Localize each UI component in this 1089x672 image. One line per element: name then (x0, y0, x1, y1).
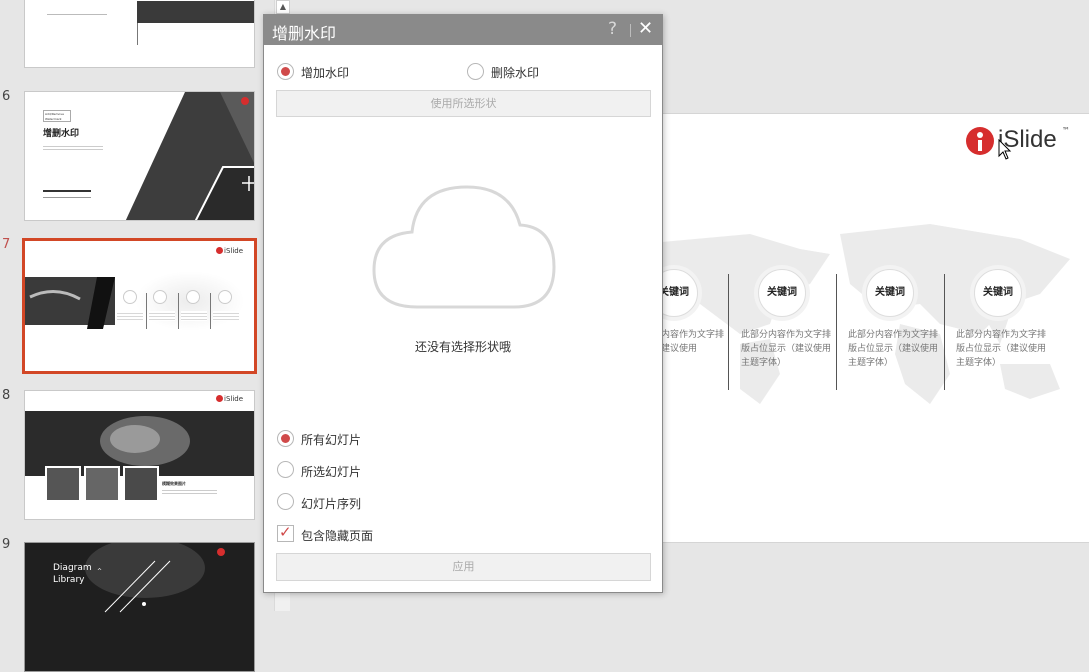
thumb-keyword-circle (123, 290, 137, 304)
keyword-circle: 关键词 (974, 269, 1022, 317)
close-icon[interactable]: ✕ (638, 18, 653, 39)
slide-number: 8 (2, 388, 11, 403)
keyword-circle: 关键词 (758, 269, 806, 317)
keyword-desc-line: 版占位显示（建议使用 (956, 344, 1047, 354)
thumb-text-line (47, 14, 107, 15)
thumb-divider (210, 293, 211, 329)
islide-logo-icon (966, 127, 994, 155)
all-slides-label[interactable]: 所有幻灯片 (301, 431, 361, 448)
keyword-divider (944, 274, 945, 390)
slide-thumbnail-8[interactable]: iSlide 模糊效果图片 (24, 390, 255, 520)
scroll-up-arrow-icon[interactable]: ▲ (276, 0, 290, 14)
keyword-divider (836, 274, 837, 390)
watermark-dialog: 增删水印 ? ✕ 增加水印 删除水印 使用所选形状 还没有选择形状哦 所有幻灯片… (263, 14, 663, 593)
slide-number: 7 (2, 237, 11, 252)
dialog-titlebar[interactable]: 增删水印 ? ✕ (264, 15, 662, 45)
titlebar-separator (630, 24, 631, 37)
thumb-paragraph (117, 311, 143, 321)
thumb-title: Library (53, 575, 85, 585)
keyword-desc-line: 主题字体） (956, 358, 1002, 368)
keyword-description: 此部分内容作为文字排 版占位显示（建议使用 主题字体） (956, 328, 1056, 370)
thumb-caption: 模糊效果图片 (162, 481, 186, 486)
thumb-divider (178, 293, 179, 329)
keyword-description: 此部分内容作为文字排 版占位显示（建议使用 主题字体） (741, 328, 841, 370)
thumb-logo: iSlide (216, 247, 243, 255)
selected-slides-radio[interactable] (277, 461, 294, 478)
keyword-description: 此部分内容作为文字排 版占位显示（建议使用 主题字体） (848, 328, 948, 370)
dialog-title: 增删水印 (272, 24, 337, 43)
include-hidden-checkbox[interactable]: ✓ (277, 523, 294, 542)
slide-thumbnail-5[interactable] (24, 0, 255, 68)
use-selected-shape-button[interactable]: 使用所选形状 (276, 90, 651, 117)
empty-state-text: 还没有选择形状哦 (414, 340, 511, 354)
slide-thumbnail-panel: 6 Add/Remove Watermark 增删水印 7 iSlide 8 i… (0, 0, 274, 672)
thumb-divider (146, 293, 147, 329)
keyword-desc-line: 版占位显示（建议使用 (741, 344, 832, 354)
apply-button[interactable]: 应用 (276, 553, 651, 581)
thumb-paragraph (149, 311, 175, 321)
thumb-image (137, 1, 254, 23)
keyword-desc-line: 此部分内容作为文字排 (956, 330, 1047, 340)
thumb-photo (84, 466, 120, 502)
remove-watermark-label[interactable]: 删除水印 (491, 64, 539, 81)
selected-slides-label[interactable]: 所选幻灯片 (301, 463, 361, 480)
thumb-paragraph (213, 311, 239, 321)
remove-watermark-radio[interactable] (467, 63, 484, 80)
thumb-photo (45, 466, 81, 502)
thumb-bar (43, 197, 91, 198)
slide-thumbnail-6[interactable]: Add/Remove Watermark 增删水印 (24, 91, 255, 221)
thumb-logo: iSlide (216, 395, 243, 403)
slide-thumbnail-7[interactable]: iSlide (22, 238, 257, 374)
thumb-keyword-circle (186, 290, 200, 304)
add-watermark-radio[interactable] (277, 63, 294, 80)
all-slides-radio[interactable] (277, 430, 294, 447)
trademark: ™ (1062, 126, 1070, 135)
chevron-up-icon: ^ (97, 568, 103, 575)
slide-sequence-radio[interactable] (277, 493, 294, 510)
checkmark-icon: ✓ (279, 523, 292, 541)
keyword-circle: 关键词 (866, 269, 914, 317)
thumb-title: 增删水印 (43, 129, 80, 139)
thumb-paragraph (43, 144, 103, 152)
help-icon[interactable]: ? (608, 19, 617, 39)
keyword-desc-line: 主题字体） (741, 358, 787, 368)
slide-canvas[interactable]: iSlide ™ 关键词 此部分内容作为文字排 显示（建议使用 关键词 此部分内… (600, 113, 1089, 543)
keyword-desc-line: 此部分内容作为文字排 (848, 330, 939, 340)
thumb-subtitle: Add/Remove Watermark (43, 110, 71, 122)
slide-thumbnail-9[interactable]: Diagram Library ^ (24, 542, 255, 672)
thumb-paragraph (162, 488, 217, 496)
mouse-cursor-icon (998, 139, 1012, 160)
slide-number: 6 (2, 89, 11, 104)
thumb-photo (123, 466, 159, 502)
thumb-title: Diagram (53, 563, 92, 573)
slide-number: 9 (2, 537, 11, 552)
add-watermark-label[interactable]: 增加水印 (301, 64, 349, 81)
keyword-divider (728, 274, 729, 390)
thumb-paragraph (181, 311, 207, 321)
thumb-keyword-circle (218, 290, 232, 304)
keyword-desc-line: 主题字体） (848, 358, 894, 368)
keyword-desc-line: 此部分内容作为文字排 (741, 330, 832, 340)
thumb-dark-image (25, 277, 115, 329)
thumb-keyword-circle (153, 290, 167, 304)
cloud-icon (372, 185, 556, 309)
slide-sequence-label[interactable]: 幻灯片序列 (301, 495, 361, 512)
thumb-bar (43, 190, 91, 192)
keyword-desc-line: 版占位显示（建议使用 (848, 344, 939, 354)
include-hidden-label[interactable]: 包含隐藏页面 (301, 527, 373, 544)
thumb-diagonal-image (125, 92, 254, 220)
thumb-line (137, 23, 138, 45)
